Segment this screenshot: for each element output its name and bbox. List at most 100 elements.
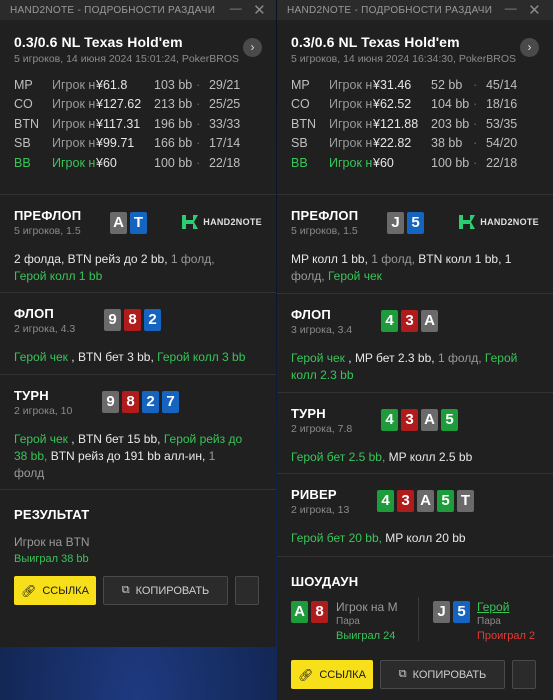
next-hand-button[interactable]: › — [243, 38, 262, 57]
showdown-section: ШОУДАУН A 8 Игрок на M Пара Выиграл 24 J… — [277, 557, 553, 700]
more-button[interactable] — [512, 660, 536, 689]
player-row: BTN Игрок н ¥121.88 203 bb · 53/35 — [291, 114, 517, 134]
vpip-pfr: 22/18 — [485, 155, 518, 170]
player-name[interactable]: Игрок н — [329, 114, 373, 134]
action: MP колл 1 bb, — [291, 252, 368, 266]
turn-section: ТУРН 2 игрока, 10 9 8 2 7 Герой чек , BT… — [0, 375, 276, 490]
card: 4 — [377, 490, 394, 512]
copy-label: КОПИРОВАТЬ — [412, 668, 487, 681]
close-icon[interactable]: ✕ — [528, 1, 541, 19]
card: 5 — [441, 409, 458, 431]
next-hand-button[interactable]: › — [520, 38, 539, 57]
player-name[interactable]: Игрок н — [52, 95, 96, 115]
hand-header: 0.3/0.6 NL Texas Hold'em 5 игроков, 14 и… — [277, 20, 553, 195]
players-table: MP Игрок н ¥61.8 103 bb · 29/21 CO Игрок н ¥127… — [14, 75, 240, 173]
action: , BTN бет 15 bb, — [67, 432, 161, 446]
card: 8 — [124, 309, 141, 331]
player-row: MP Игрок н ¥61.8 103 bb · 29/21 — [14, 75, 240, 95]
hero-info: Герой Пара Проиграл 2 — [477, 600, 535, 642]
card: 2 — [144, 309, 161, 331]
close-icon[interactable]: ✕ — [253, 1, 266, 19]
hand-subtitle: 5 игроков, 14 июня 2024 15:01:24, PokerB… — [14, 53, 240, 65]
hand2note-logo: HAND2NOTE — [458, 213, 539, 231]
player-name[interactable]: Игрок н — [52, 153, 96, 173]
card: J — [433, 601, 450, 623]
hero-action: Герой — [481, 351, 518, 365]
copy-button[interactable]: ⧉ КОПИРОВАТЬ — [103, 576, 228, 605]
copy-button[interactable]: ⧉ КОПИРОВАТЬ — [380, 660, 505, 689]
player-name[interactable]: Игрок н — [329, 134, 373, 154]
hero-action: Герой чек — [14, 350, 68, 364]
action-text: Герой бет 20 bb, MP колл 20 bb — [291, 530, 539, 547]
card: 8 — [122, 391, 139, 413]
hand-header: 0.3/0.6 NL Texas Hold'em 5 игроков, 14 и… — [0, 20, 276, 195]
player-name[interactable]: Игрок н — [329, 153, 373, 173]
player-name[interactable]: Игрок н — [329, 75, 373, 95]
stack-bb: 100 bb — [154, 155, 193, 170]
minimize-icon[interactable]: — — [505, 1, 517, 15]
hero-hand: Пара — [477, 616, 501, 627]
separator: · — [473, 116, 478, 131]
minimize-icon[interactable]: — — [230, 1, 242, 15]
position: MP — [291, 77, 310, 92]
stack-amount: ¥61.8 — [96, 77, 128, 92]
river-section: РИВЕР 2 игрока, 13 4 3 A 5 T Герой бет 2… — [277, 474, 553, 557]
vpip-pfr: 18/16 — [485, 97, 518, 112]
vpip-pfr: 25/25 — [208, 97, 241, 112]
player-row: BTN Игрок н ¥117.31 196 bb · 33/33 — [14, 114, 240, 134]
stack-bb: 103 bb — [154, 77, 193, 92]
player-name[interactable]: Игрок н — [52, 114, 96, 134]
card: 3 — [401, 310, 418, 332]
position: BTN — [291, 116, 316, 131]
hero-action: 38 bb, — [14, 449, 48, 463]
board-cards: 9 8 2 — [104, 309, 161, 331]
stack-amount: ¥99.71 — [96, 136, 135, 151]
result-section: РЕЗУЛЬТАТ Игрок на BTN Выиграл 38 bb 🔗︎ … — [0, 490, 276, 647]
position: CO — [14, 97, 33, 112]
stack-bb: 38 bb — [431, 136, 463, 151]
hero-cards: A T — [110, 212, 147, 234]
position: BB — [291, 155, 308, 170]
vpip-pfr: 29/21 — [208, 77, 241, 92]
action: 1 фолд, — [434, 351, 482, 365]
hero-row: BB Игрок н ¥60 100 bb · 22/18 — [14, 153, 240, 173]
link-button[interactable]: 🔗︎ ССЫЛКА — [291, 660, 373, 689]
board-cards: 4 3 A 5 T — [377, 490, 474, 512]
separator: · — [473, 155, 478, 170]
window-title: HAND2NOTE - ПОДРОБНОСТИ РАЗДАЧИ — [10, 4, 216, 16]
hero-cards: J 5 — [433, 601, 470, 623]
flop-section: ФЛОП 2 игрока, 4.3 9 8 2 Герой чек , BTN… — [0, 293, 276, 375]
card: A — [421, 310, 438, 332]
winner-hand: Пара — [336, 616, 360, 627]
link-icon: 🔗︎ — [298, 667, 314, 682]
action: 1 — [205, 449, 216, 463]
player-row: SB Игрок н ¥99.71 166 bb · 17/14 — [14, 134, 240, 154]
card: 9 — [102, 391, 119, 413]
stack-amount: ¥62.52 — [373, 97, 412, 112]
stack-bb: 52 bb — [431, 77, 463, 92]
stack-amount: ¥127.62 — [96, 97, 142, 112]
chevron-right-icon: › — [250, 40, 255, 54]
title-bar: HAND2NOTE - ПОДРОБНОСТИ РАЗДАЧИ — ✕ — [277, 0, 553, 20]
logo-text: HAND2NOTE — [203, 217, 262, 227]
hero-name[interactable]: Герой — [477, 600, 535, 614]
card: T — [130, 212, 147, 234]
player-name[interactable]: Игрок н — [329, 95, 373, 115]
card: 5 — [407, 212, 424, 234]
link-button[interactable]: 🔗︎ ССЫЛКА — [14, 576, 96, 605]
player-name[interactable]: Игрок н — [52, 75, 96, 95]
player-name[interactable]: Игрок н — [52, 134, 96, 154]
more-button[interactable] — [235, 576, 259, 605]
card: 4 — [381, 310, 398, 332]
winner-name: Игрок на M — [336, 600, 398, 614]
action: 2 фолда, BTN рейз до 2 bb, — [14, 252, 168, 266]
vpip-pfr: 53/35 — [485, 116, 518, 131]
winner-name: Игрок на BTN — [14, 535, 90, 549]
winner-cards: A 8 — [291, 601, 328, 623]
stack-amount: ¥60 — [96, 155, 117, 170]
action: BTN рейз до 191 bb алл-ин, — [47, 449, 206, 463]
card: 2 — [142, 391, 159, 413]
stack-amount: ¥22.82 — [373, 136, 412, 151]
hand-details-window-2: HAND2NOTE - ПОДРОБНОСТИ РАЗДАЧИ — ✕ 0.3/… — [277, 0, 553, 700]
card: 3 — [397, 490, 414, 512]
